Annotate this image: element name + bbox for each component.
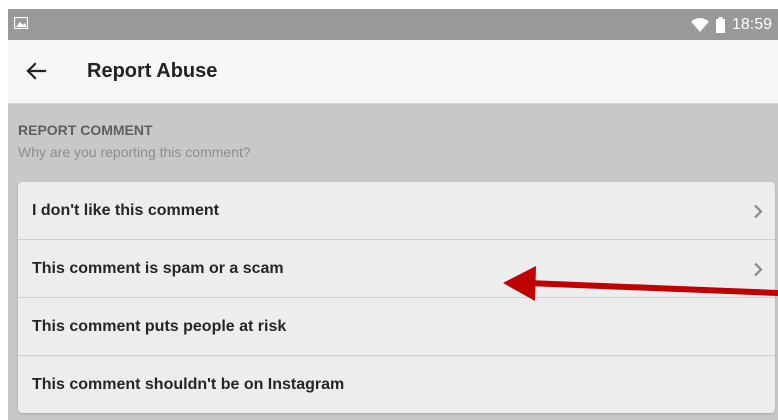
clock: 18:59 [731, 15, 772, 33]
page-title: Report Abuse [87, 60, 218, 82]
report-options-list: I don't like this comment This comment i… [18, 182, 775, 413]
option-puts-people-at-risk[interactable]: This comment puts people at risk [18, 297, 775, 355]
chevron-right-icon [754, 204, 763, 219]
app-screen: 18:59 Report Abuse REPORT COMMENT Why ar… [8, 9, 778, 420]
arrow-left-icon[interactable] [24, 59, 48, 83]
option-label: This comment puts people at risk [32, 318, 287, 335]
wifi-icon [690, 17, 709, 32]
option-spam-scam[interactable]: This comment is spam or a scam [18, 239, 775, 297]
option-label: This comment is spam or a scam [32, 260, 284, 277]
option-label: I don't like this comment [32, 202, 219, 219]
image-icon [14, 17, 28, 29]
status-bar: 18:59 [8, 9, 778, 40]
chevron-right-icon [754, 262, 763, 277]
option-shouldnt-be-on-instagram[interactable]: This comment shouldn't be on Instagram [18, 355, 775, 413]
option-dont-like[interactable]: I don't like this comment [18, 182, 775, 239]
section-subtitle: Why are you reporting this comment? [18, 144, 251, 160]
battery-icon [715, 16, 725, 33]
toolbar: Report Abuse [8, 40, 778, 104]
report-content: REPORT COMMENT Why are you reporting thi… [8, 104, 778, 420]
status-icons: 18:59 [690, 9, 772, 40]
option-label: This comment shouldn't be on Instagram [32, 376, 345, 393]
section-title: REPORT COMMENT [18, 122, 153, 138]
